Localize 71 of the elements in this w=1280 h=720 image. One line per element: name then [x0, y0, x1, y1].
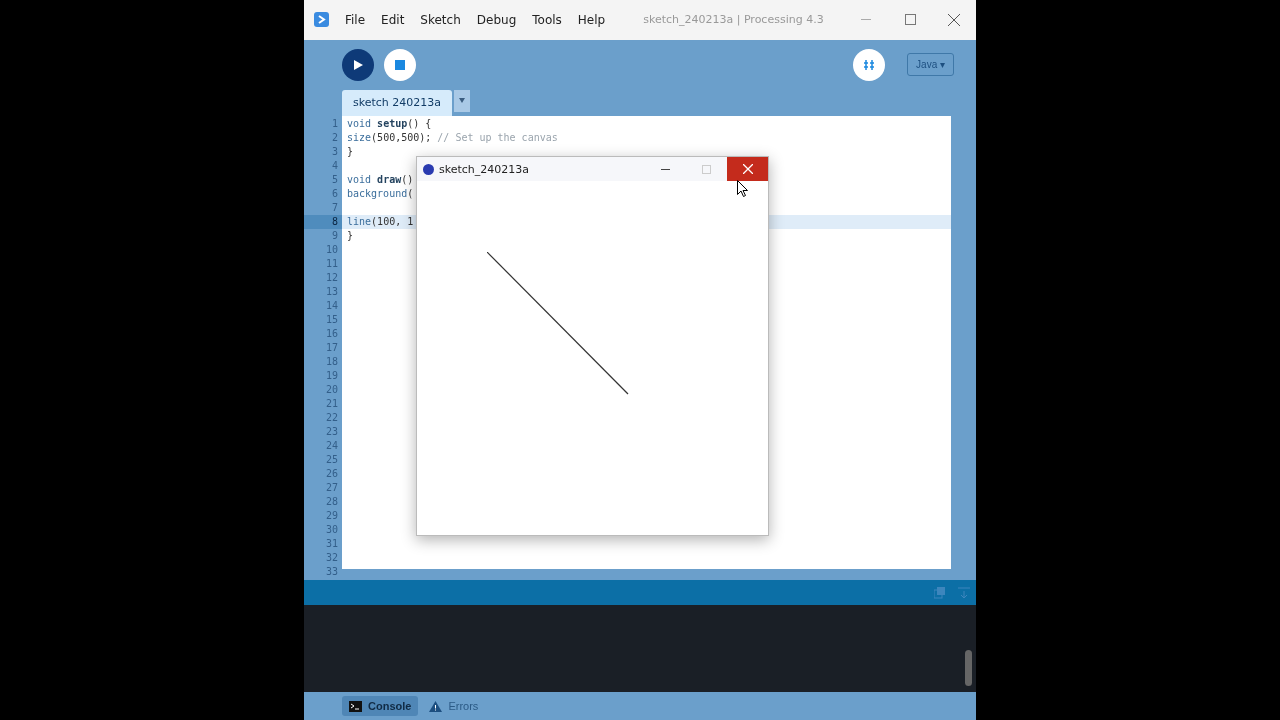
menu-item[interactable]: File: [337, 12, 374, 27]
line-number: 5: [330, 172, 339, 187]
line-number: 16: [324, 326, 339, 341]
line-number: 28: [324, 494, 339, 509]
line-number: 14: [324, 298, 339, 313]
menu-item[interactable]: Edit: [373, 12, 413, 27]
line-number: 24: [324, 438, 339, 453]
debugger-button[interactable]: [853, 48, 886, 81]
line-number: 19: [324, 368, 339, 383]
window-title: sketch_240213a | Processing 4.3: [643, 13, 825, 27]
line-number: 7: [330, 200, 339, 215]
stop-button[interactable]: [384, 48, 416, 81]
line-number: 30: [324, 522, 339, 537]
sketch-tab[interactable]: sketch 240213a: [342, 89, 453, 116]
line-number: 12: [324, 270, 339, 285]
panel-tab[interactable]: Console: [342, 696, 419, 717]
line-number: 17: [324, 340, 339, 355]
line-number: 33: [324, 564, 339, 579]
line-number: 23: [324, 424, 339, 439]
line-number: 25: [324, 452, 339, 467]
line-number: 18: [324, 354, 339, 369]
line-number: 29: [324, 508, 339, 523]
app-logo-icon: [314, 12, 329, 28]
line-number: 15: [324, 312, 339, 327]
line-number: 10: [324, 242, 339, 257]
tab-menu-button[interactable]: [454, 89, 471, 112]
caret-icon: [459, 98, 466, 104]
line-number: 2: [330, 130, 339, 145]
line-number: 27: [324, 480, 339, 495]
code-line: void draw(): [347, 172, 414, 187]
line-number: 11: [324, 256, 339, 271]
run-button[interactable]: [342, 48, 374, 81]
line-number: 8: [304, 214, 342, 229]
line-number: 4: [330, 158, 339, 173]
code-line: size(500,500); // Set up the canvas: [347, 130, 558, 145]
menu-item[interactable]: Debug: [468, 12, 525, 27]
line-number: 22: [324, 410, 339, 425]
minimize-icon: [661, 168, 670, 170]
line-number: 1: [330, 116, 339, 131]
play-icon: [353, 59, 363, 70]
menu-item[interactable]: Tools: [524, 12, 570, 27]
line-number: 6: [330, 186, 339, 201]
close-icon: [742, 164, 753, 174]
line-number: 26: [324, 466, 339, 481]
warning-icon: [429, 700, 443, 712]
scrollbar-thumb[interactable]: [965, 650, 972, 687]
menu-item[interactable]: Help: [569, 12, 614, 27]
app-icon: [423, 163, 434, 175]
mouse-cursor-icon: [737, 180, 748, 197]
terminal-icon: [349, 700, 362, 712]
code-line: }: [347, 228, 354, 243]
close-icon[interactable]: [948, 13, 960, 26]
sketch-window-title: sketch_240213a: [439, 162, 531, 176]
line-number: 3: [330, 144, 339, 159]
bug-icon: [862, 57, 877, 72]
code-line: line(100, 1: [347, 214, 414, 229]
line-number: 32: [324, 550, 339, 565]
code-line: }: [347, 144, 354, 159]
menu-item[interactable]: Sketch: [412, 12, 469, 27]
line-number: 9: [330, 228, 339, 243]
code-line: void setup() {: [347, 116, 432, 131]
maximize-icon[interactable]: [904, 14, 916, 26]
stop-icon: [395, 59, 405, 70]
code-line: background(: [347, 186, 414, 201]
line-number: 31: [324, 536, 339, 551]
maximize-icon: [702, 164, 711, 174]
line-number: 21: [324, 396, 339, 411]
line-number: 20: [324, 382, 339, 397]
close-button[interactable]: [727, 157, 768, 181]
minimize-icon[interactable]: [861, 18, 871, 21]
line-number: 13: [324, 284, 339, 299]
